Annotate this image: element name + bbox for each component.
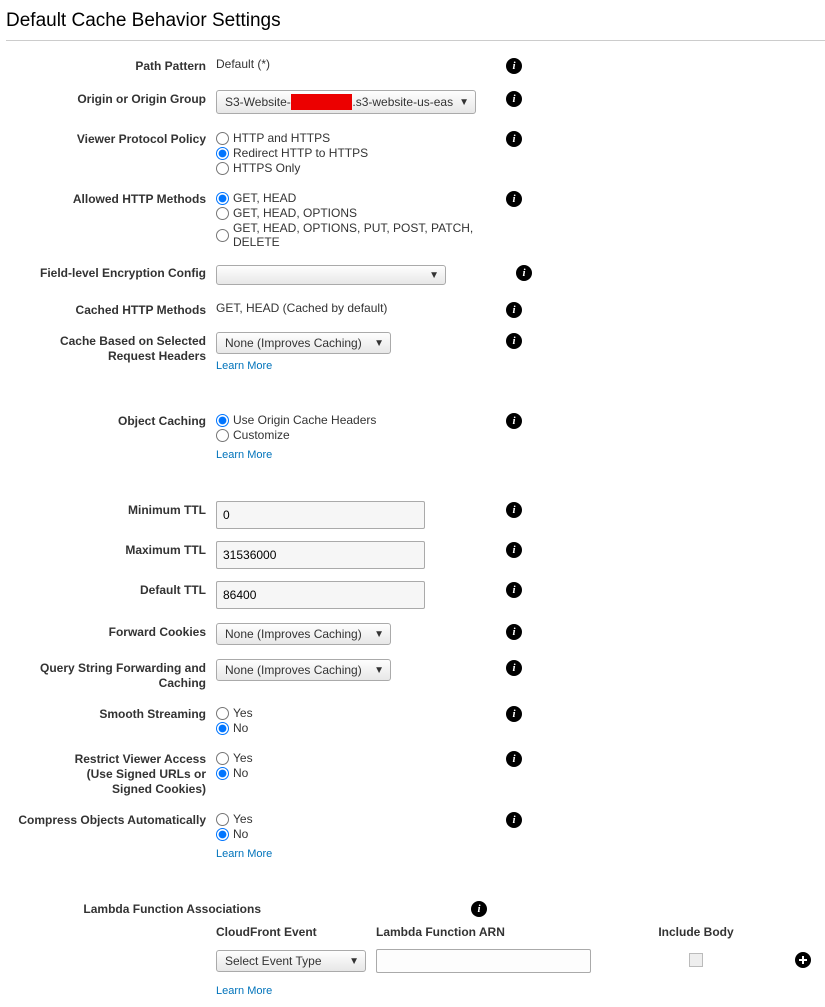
label-fle-config: Field-level Encryption Config bbox=[6, 262, 216, 281]
learn-more-link[interactable]: Learn More bbox=[216, 985, 272, 997]
origin-prefix: S3-Website- bbox=[225, 95, 291, 109]
label-max-ttl: Maximum TTL bbox=[6, 539, 216, 558]
label-min-ttl: Minimum TTL bbox=[6, 499, 216, 518]
learn-more-link[interactable]: Learn More bbox=[216, 449, 272, 461]
label-cache-headers: Cache Based on Selected Request Headers bbox=[6, 330, 216, 364]
radio-redirect-http-to-https[interactable]: Redirect HTTP to HTTPS bbox=[216, 146, 506, 160]
redacted-block bbox=[291, 94, 353, 110]
info-icon[interactable]: i bbox=[506, 706, 522, 722]
info-icon[interactable]: i bbox=[506, 58, 522, 74]
origin-group-dropdown[interactable]: S3-Website- .s3-website-us-eas ▼ bbox=[216, 90, 476, 114]
plus-icon[interactable] bbox=[795, 952, 811, 968]
radio-get-head[interactable]: GET, HEAD bbox=[216, 191, 506, 205]
min-ttl-input[interactable] bbox=[216, 501, 425, 529]
info-icon[interactable]: i bbox=[506, 91, 522, 107]
radio-https-only[interactable]: HTTPS Only bbox=[216, 161, 506, 175]
radio-restrict-yes[interactable]: Yes bbox=[216, 751, 506, 765]
max-ttl-input[interactable] bbox=[216, 541, 425, 569]
radio-customize[interactable]: Customize bbox=[216, 428, 506, 442]
learn-more-link[interactable]: Learn More bbox=[216, 848, 272, 860]
label-smooth-streaming: Smooth Streaming bbox=[6, 703, 216, 722]
radio-smooth-yes[interactable]: Yes bbox=[216, 706, 506, 720]
info-icon[interactable]: i bbox=[506, 413, 522, 429]
fle-config-dropdown[interactable]: ▼ bbox=[216, 265, 446, 285]
chevron-down-icon: ▼ bbox=[374, 629, 384, 640]
forward-cookies-dropdown[interactable]: None (Improves Caching) ▼ bbox=[216, 623, 391, 645]
label-lambda-assoc: Lambda Function Associations bbox=[6, 898, 271, 917]
info-icon[interactable]: i bbox=[506, 333, 522, 349]
cache-headers-dropdown[interactable]: None (Improves Caching) ▼ bbox=[216, 332, 391, 354]
info-icon[interactable]: i bbox=[506, 542, 522, 558]
lambda-col-arn: Lambda Function ARN bbox=[376, 925, 641, 939]
chevron-down-icon: ▼ bbox=[349, 956, 359, 967]
origin-suffix: .s3-website-us-eas bbox=[352, 95, 453, 109]
label-origin-group: Origin or Origin Group bbox=[6, 88, 216, 107]
info-icon[interactable]: i bbox=[506, 660, 522, 676]
info-icon[interactable]: i bbox=[506, 582, 522, 598]
label-default-ttl: Default TTL bbox=[6, 579, 216, 598]
info-icon[interactable]: i bbox=[506, 191, 522, 207]
info-icon[interactable]: i bbox=[506, 812, 522, 828]
label-compress: Compress Objects Automatically bbox=[6, 809, 216, 828]
chevron-down-icon: ▼ bbox=[374, 338, 384, 349]
page-title: Default Cache Behavior Settings bbox=[6, 10, 825, 36]
info-icon[interactable]: i bbox=[506, 131, 522, 147]
include-body-checkbox bbox=[689, 953, 703, 967]
label-restrict-access: Restrict Viewer Access (Use Signed URLs … bbox=[6, 748, 216, 797]
event-type-dropdown[interactable]: Select Event Type ▼ bbox=[216, 950, 366, 972]
radio-smooth-no[interactable]: No bbox=[216, 721, 506, 735]
label-qs-forwarding: Query String Forwarding and Caching bbox=[6, 657, 216, 691]
radio-http-and-https[interactable]: HTTP and HTTPS bbox=[216, 131, 506, 145]
learn-more-link[interactable]: Learn More bbox=[216, 360, 272, 372]
lambda-arn-input[interactable] bbox=[376, 949, 591, 973]
radio-restrict-no[interactable]: No bbox=[216, 766, 506, 780]
radio-all-methods[interactable]: GET, HEAD, OPTIONS, PUT, POST, PATCH, DE… bbox=[216, 221, 506, 249]
radio-get-head-options[interactable]: GET, HEAD, OPTIONS bbox=[216, 206, 506, 220]
info-icon[interactable]: i bbox=[506, 624, 522, 640]
info-icon[interactable]: i bbox=[506, 302, 522, 318]
label-object-caching: Object Caching bbox=[6, 410, 216, 429]
info-icon[interactable]: i bbox=[506, 502, 522, 518]
title-divider bbox=[6, 40, 825, 41]
label-forward-cookies: Forward Cookies bbox=[6, 621, 216, 640]
value-path-pattern: Default (*) bbox=[216, 55, 270, 71]
radio-use-origin-headers[interactable]: Use Origin Cache Headers bbox=[216, 413, 506, 427]
label-cached-http: Cached HTTP Methods bbox=[6, 299, 216, 318]
info-icon[interactable]: i bbox=[506, 751, 522, 767]
chevron-down-icon: ▼ bbox=[459, 97, 469, 108]
radio-compress-no[interactable]: No bbox=[216, 827, 506, 841]
radio-compress-yes[interactable]: Yes bbox=[216, 812, 506, 826]
info-icon[interactable]: i bbox=[516, 265, 532, 281]
label-path-pattern: Path Pattern bbox=[6, 55, 216, 74]
value-cached-http: GET, HEAD (Cached by default) bbox=[216, 299, 387, 315]
info-icon[interactable]: i bbox=[471, 901, 487, 917]
label-viewer-protocol: Viewer Protocol Policy bbox=[6, 128, 216, 147]
lambda-col-event: CloudFront Event bbox=[216, 925, 376, 939]
qs-forwarding-dropdown[interactable]: None (Improves Caching) ▼ bbox=[216, 659, 391, 681]
lambda-col-include-body: Include Body bbox=[641, 925, 751, 939]
default-ttl-input[interactable] bbox=[216, 581, 425, 609]
chevron-down-icon: ▼ bbox=[429, 270, 439, 281]
chevron-down-icon: ▼ bbox=[374, 665, 384, 676]
label-allowed-http: Allowed HTTP Methods bbox=[6, 188, 216, 207]
